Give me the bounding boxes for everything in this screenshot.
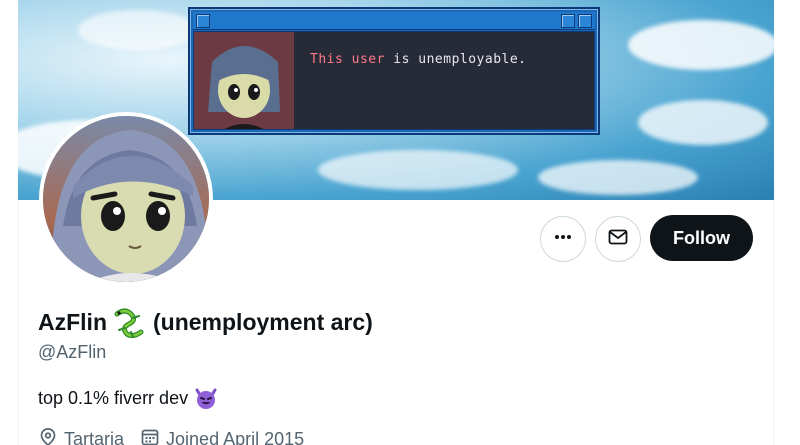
profile-meta: Tartaria Joined April 2015 bbox=[38, 427, 320, 445]
joined-date-text: Joined April 2015 bbox=[166, 429, 305, 445]
retro-maximize-button bbox=[578, 14, 592, 28]
more-dots-icon bbox=[553, 227, 573, 252]
avatar[interactable] bbox=[39, 112, 213, 286]
username-handle: @AzFlin bbox=[38, 342, 107, 362]
banner-cloud bbox=[538, 160, 698, 195]
follow-button[interactable]: Follow bbox=[650, 215, 753, 261]
display-name-first: AzFlin bbox=[38, 308, 107, 335]
bio-text: top 0.1% fiverr dev bbox=[38, 387, 189, 408]
retro-dialog-window: This user is unemployable. bbox=[188, 7, 600, 135]
mail-icon bbox=[607, 226, 629, 253]
display-name-rest: (unemployment arc) bbox=[153, 308, 373, 335]
retro-menu-button bbox=[196, 14, 210, 28]
retro-dialog-message: This user is unemployable. bbox=[310, 52, 527, 67]
retro-minimize-button bbox=[561, 14, 575, 28]
more-options-button[interactable] bbox=[540, 216, 586, 262]
retro-dialog-body: This user is unemployable. bbox=[193, 31, 595, 130]
location-pin-icon bbox=[38, 427, 64, 445]
banner-cloud bbox=[628, 20, 774, 70]
retro-titlebar bbox=[193, 12, 595, 30]
display-name: AzFlin (unemployment arc) bbox=[38, 306, 373, 339]
location-item: Tartaria bbox=[38, 427, 124, 445]
message-button[interactable] bbox=[595, 216, 641, 262]
location-text: Tartaria bbox=[64, 429, 125, 445]
banner-cloud bbox=[638, 100, 768, 145]
calendar-icon bbox=[140, 427, 166, 445]
joined-item: Joined April 2015 bbox=[140, 427, 304, 445]
retro-portrait-image bbox=[194, 32, 294, 129]
smiling-devil-emoji-icon bbox=[194, 386, 218, 410]
profile-bio: top 0.1% fiverr dev bbox=[38, 386, 218, 410]
retro-message-highlight: This user bbox=[310, 52, 385, 67]
lizard-emoji-icon bbox=[113, 306, 147, 339]
banner-cloud bbox=[318, 150, 518, 190]
banner-cloud bbox=[78, 10, 198, 50]
retro-message-rest: is unemployable. bbox=[384, 52, 527, 67]
